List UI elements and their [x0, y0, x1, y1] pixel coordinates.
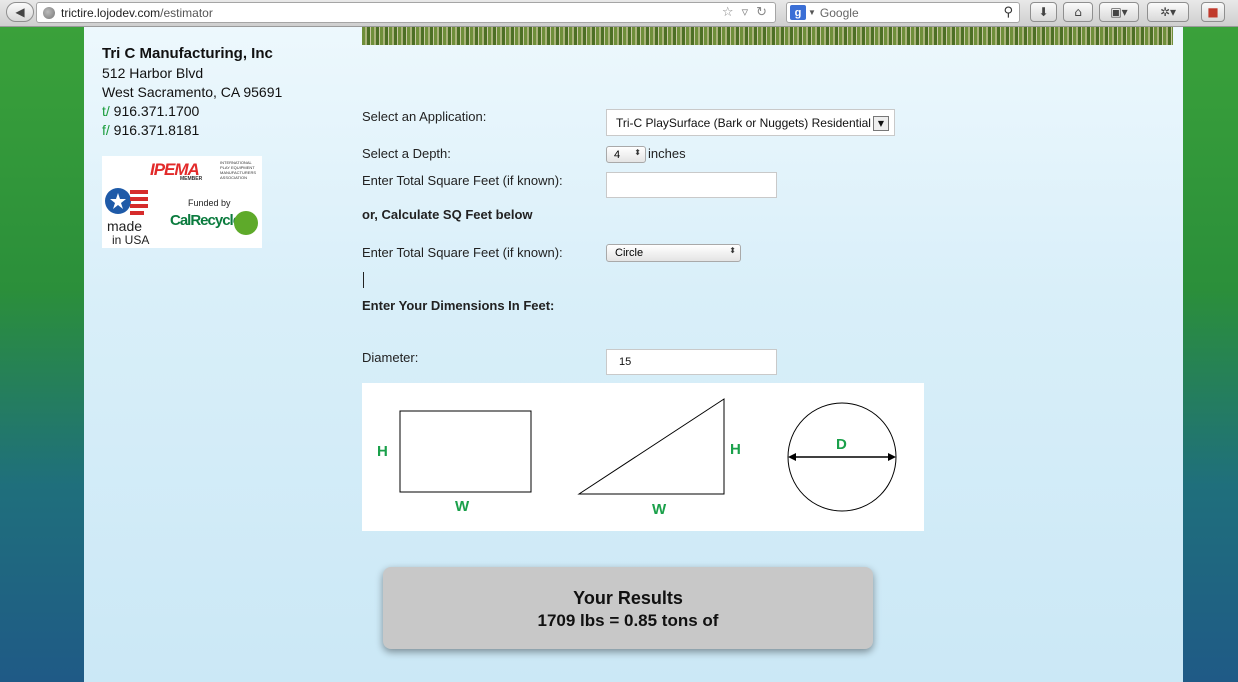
diameter-label: Diameter: — [362, 350, 419, 365]
url-host: trictire.lojodev.com — [61, 5, 161, 20]
reload-icon[interactable]: ↻ — [756, 5, 767, 20]
bookmarks-button[interactable]: ▣▾ — [1099, 2, 1139, 22]
depth-label: Select a Depth: — [362, 146, 451, 161]
back-arrow-icon: ◀ — [15, 5, 25, 19]
results-panel: Your Results 1709 lbs = 0.85 tons of — [383, 567, 873, 649]
home-button[interactable]: ⌂ — [1063, 2, 1093, 22]
browser-toolbar: ◀ trictire.lojodev.com/estimator ☆ ▿ ↻ g… — [0, 0, 1238, 27]
results-title: Your Results — [573, 588, 683, 608]
depth-unit-label: inches — [648, 146, 686, 161]
rect-width-label: W — [455, 498, 470, 515]
calc-heading: or, Calculate SQ Feet below — [362, 207, 533, 222]
application-select[interactable]: Tri-C PlaySurface (Bark or Nuggets) Resi… — [606, 109, 895, 136]
url-path: /estimator — [160, 5, 213, 20]
sqft-label: Enter Total Square Feet (if known): — [362, 173, 563, 188]
ipema-member-label: MEMBER — [180, 176, 203, 182]
funded-by-label: Funded by — [188, 198, 231, 208]
rect-height-label: H — [377, 443, 388, 460]
depth-select[interactable]: 4 ⬍ — [606, 146, 646, 163]
phone-prefix: t/ — [102, 103, 110, 119]
shapes-diagram: H W H W D — [362, 383, 924, 531]
url-text: trictire.lojodev.com/estimator — [61, 6, 722, 20]
dropdown-icon[interactable]: ▿ — [742, 5, 749, 20]
text-cursor — [363, 272, 364, 288]
triangle-height-label: H — [730, 441, 741, 458]
search-placeholder: Google — [819, 5, 859, 20]
page-background-right — [1183, 27, 1238, 682]
triangle-width-label: W — [652, 501, 667, 518]
shapes-svg — [399, 398, 897, 512]
arrowhead-left-icon — [788, 453, 796, 461]
home-icon: ⌂ — [1074, 5, 1082, 19]
extension-button[interactable]: ■ — [1201, 2, 1225, 22]
address-bar[interactable]: trictire.lojodev.com/estimator ☆ ▿ ↻ — [36, 2, 776, 23]
shape-label: Enter Total Square Feet (if known): — [362, 245, 563, 260]
arrowhead-right-icon — [888, 453, 896, 461]
phone-number[interactable]: 916.371.1700 — [114, 103, 200, 119]
magnifier-icon[interactable]: ⚲ — [1003, 5, 1013, 20]
globe-icon — [43, 6, 55, 19]
in-usa-label: in USA — [112, 233, 150, 247]
bookmarks-icon: ▣▾ — [1110, 5, 1128, 19]
results-value: 1709 lbs = 0.85 tons of — [537, 611, 719, 630]
shape-select-value: Circle — [615, 247, 644, 259]
fax-prefix: f/ — [102, 122, 110, 138]
fax-line: f/ 916.371.8181 — [102, 122, 199, 138]
recycle-arrow-icon — [234, 211, 258, 235]
fax-number: 916.371.8181 — [113, 122, 200, 138]
ipema-subtext: INTERNATIONAL PLAY EQUIPMENT MANUFACTURE… — [220, 160, 257, 180]
company-name: Tri C Manufacturing, Inc — [102, 45, 273, 62]
shape-select[interactable]: Circle ⬍ — [606, 244, 741, 262]
bookmark-star-icon[interactable]: ☆ — [722, 5, 734, 20]
logos-panel: IPEMA INTERNATIONAL PLAY EQUIPMENT MANUF… — [102, 156, 262, 248]
extension-icon: ■ — [1207, 5, 1219, 19]
rectangle-shape — [399, 410, 532, 493]
page-background-left — [0, 27, 84, 682]
diameter-input[interactable]: 15 — [606, 349, 777, 375]
updown-arrows-icon: ⬍ — [634, 148, 641, 157]
updown-arrows-icon: ⬍ — [729, 246, 736, 255]
address-line-2: West Sacramento, CA 95691 — [102, 84, 283, 100]
application-label: Select an Application: — [362, 109, 487, 124]
phone-line: t/ 916.371.1700 — [102, 103, 199, 119]
chevron-down-icon: ▼ — [873, 116, 889, 131]
search-engine-dropdown-icon[interactable]: ▼ — [808, 8, 816, 17]
triangle-shape — [577, 398, 725, 495]
calrecycle-logo[interactable]: CalRecycle — [170, 212, 241, 229]
sqft-input[interactable] — [606, 172, 777, 198]
search-bar[interactable]: g ▼ Google ⚲ — [786, 2, 1020, 23]
depth-select-value: 4 — [614, 148, 621, 161]
download-icon: ⬇ — [1038, 5, 1049, 19]
application-select-value: Tri-C PlaySurface (Bark or Nuggets) Resi… — [616, 115, 871, 130]
back-button[interactable]: ◀ — [6, 2, 34, 22]
header-banner-image — [362, 27, 1173, 45]
circle-diameter-label: D — [836, 436, 847, 453]
downloads-button[interactable]: ⬇ — [1030, 2, 1057, 22]
address-line-1: 512 Harbor Blvd — [102, 65, 204, 81]
addons-button[interactable]: ✲▾ — [1147, 2, 1189, 22]
puzzle-icon: ✲▾ — [1159, 5, 1177, 19]
dimensions-heading: Enter Your Dimensions In Feet: — [362, 298, 555, 313]
google-icon[interactable]: g — [790, 5, 806, 20]
made-label: made — [107, 218, 143, 234]
made-in-usa-icon — [105, 188, 148, 215]
